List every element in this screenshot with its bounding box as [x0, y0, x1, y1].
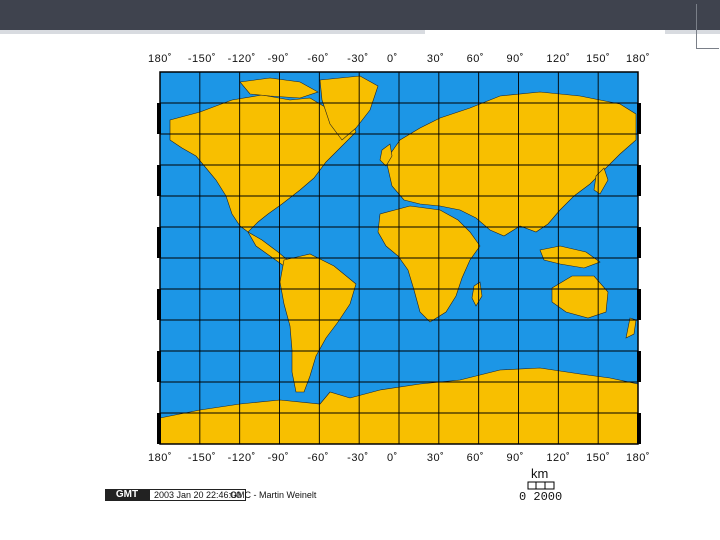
longitude-label: 0˚	[387, 452, 398, 464]
longitude-label: 60˚	[466, 53, 485, 65]
frame-tick	[157, 227, 161, 258]
frame-tick	[157, 413, 161, 444]
longitude-label: 180˚	[148, 452, 173, 464]
longitude-label: 120˚	[546, 53, 571, 65]
map-credit: GMC - Martin Weinelt	[230, 490, 317, 500]
longitude-label: 150˚	[586, 53, 611, 65]
longitude-label: 30˚	[426, 53, 445, 65]
gmt-logo: GMT	[105, 489, 149, 501]
longitude-label: -60˚	[307, 452, 329, 464]
longitude-label: -30˚	[347, 452, 369, 464]
longitude-label: 180˚	[148, 53, 173, 65]
frame-tick	[637, 289, 641, 320]
frame-tick	[637, 165, 641, 196]
longitude-label: 60˚	[466, 452, 485, 464]
longitude-label: -120˚	[227, 452, 256, 464]
longitude-label: -90˚	[267, 452, 290, 464]
frame-tick	[157, 351, 161, 382]
longitude-label: -90˚	[267, 53, 290, 65]
longitude-label: 90˚	[506, 53, 524, 65]
frame-tick	[637, 103, 641, 134]
frame-tick	[157, 289, 161, 320]
longitude-label: 120˚	[546, 452, 571, 464]
longitude-label: 0˚	[387, 53, 398, 65]
longitude-label: 30˚	[426, 452, 445, 464]
frame-tick	[637, 413, 641, 444]
longitude-label: -150˚	[187, 452, 217, 464]
longitude-label: -30˚	[347, 53, 369, 65]
longitude-label: -150˚	[187, 53, 217, 65]
frame-tick	[637, 351, 641, 382]
frame-tick	[157, 165, 161, 196]
frame-tick	[637, 227, 641, 258]
scale-ticks: 0 2000	[519, 490, 563, 504]
longitude-label: 150˚	[586, 452, 611, 464]
longitude-label: 90˚	[506, 452, 524, 464]
scale-unit: km	[531, 466, 549, 481]
longitude-label: 180˚	[626, 452, 651, 464]
frame-tick	[157, 103, 161, 134]
longitude-label: -120˚	[227, 53, 256, 65]
longitude-label: 180˚	[626, 53, 651, 65]
longitude-label: -60˚	[307, 53, 329, 65]
